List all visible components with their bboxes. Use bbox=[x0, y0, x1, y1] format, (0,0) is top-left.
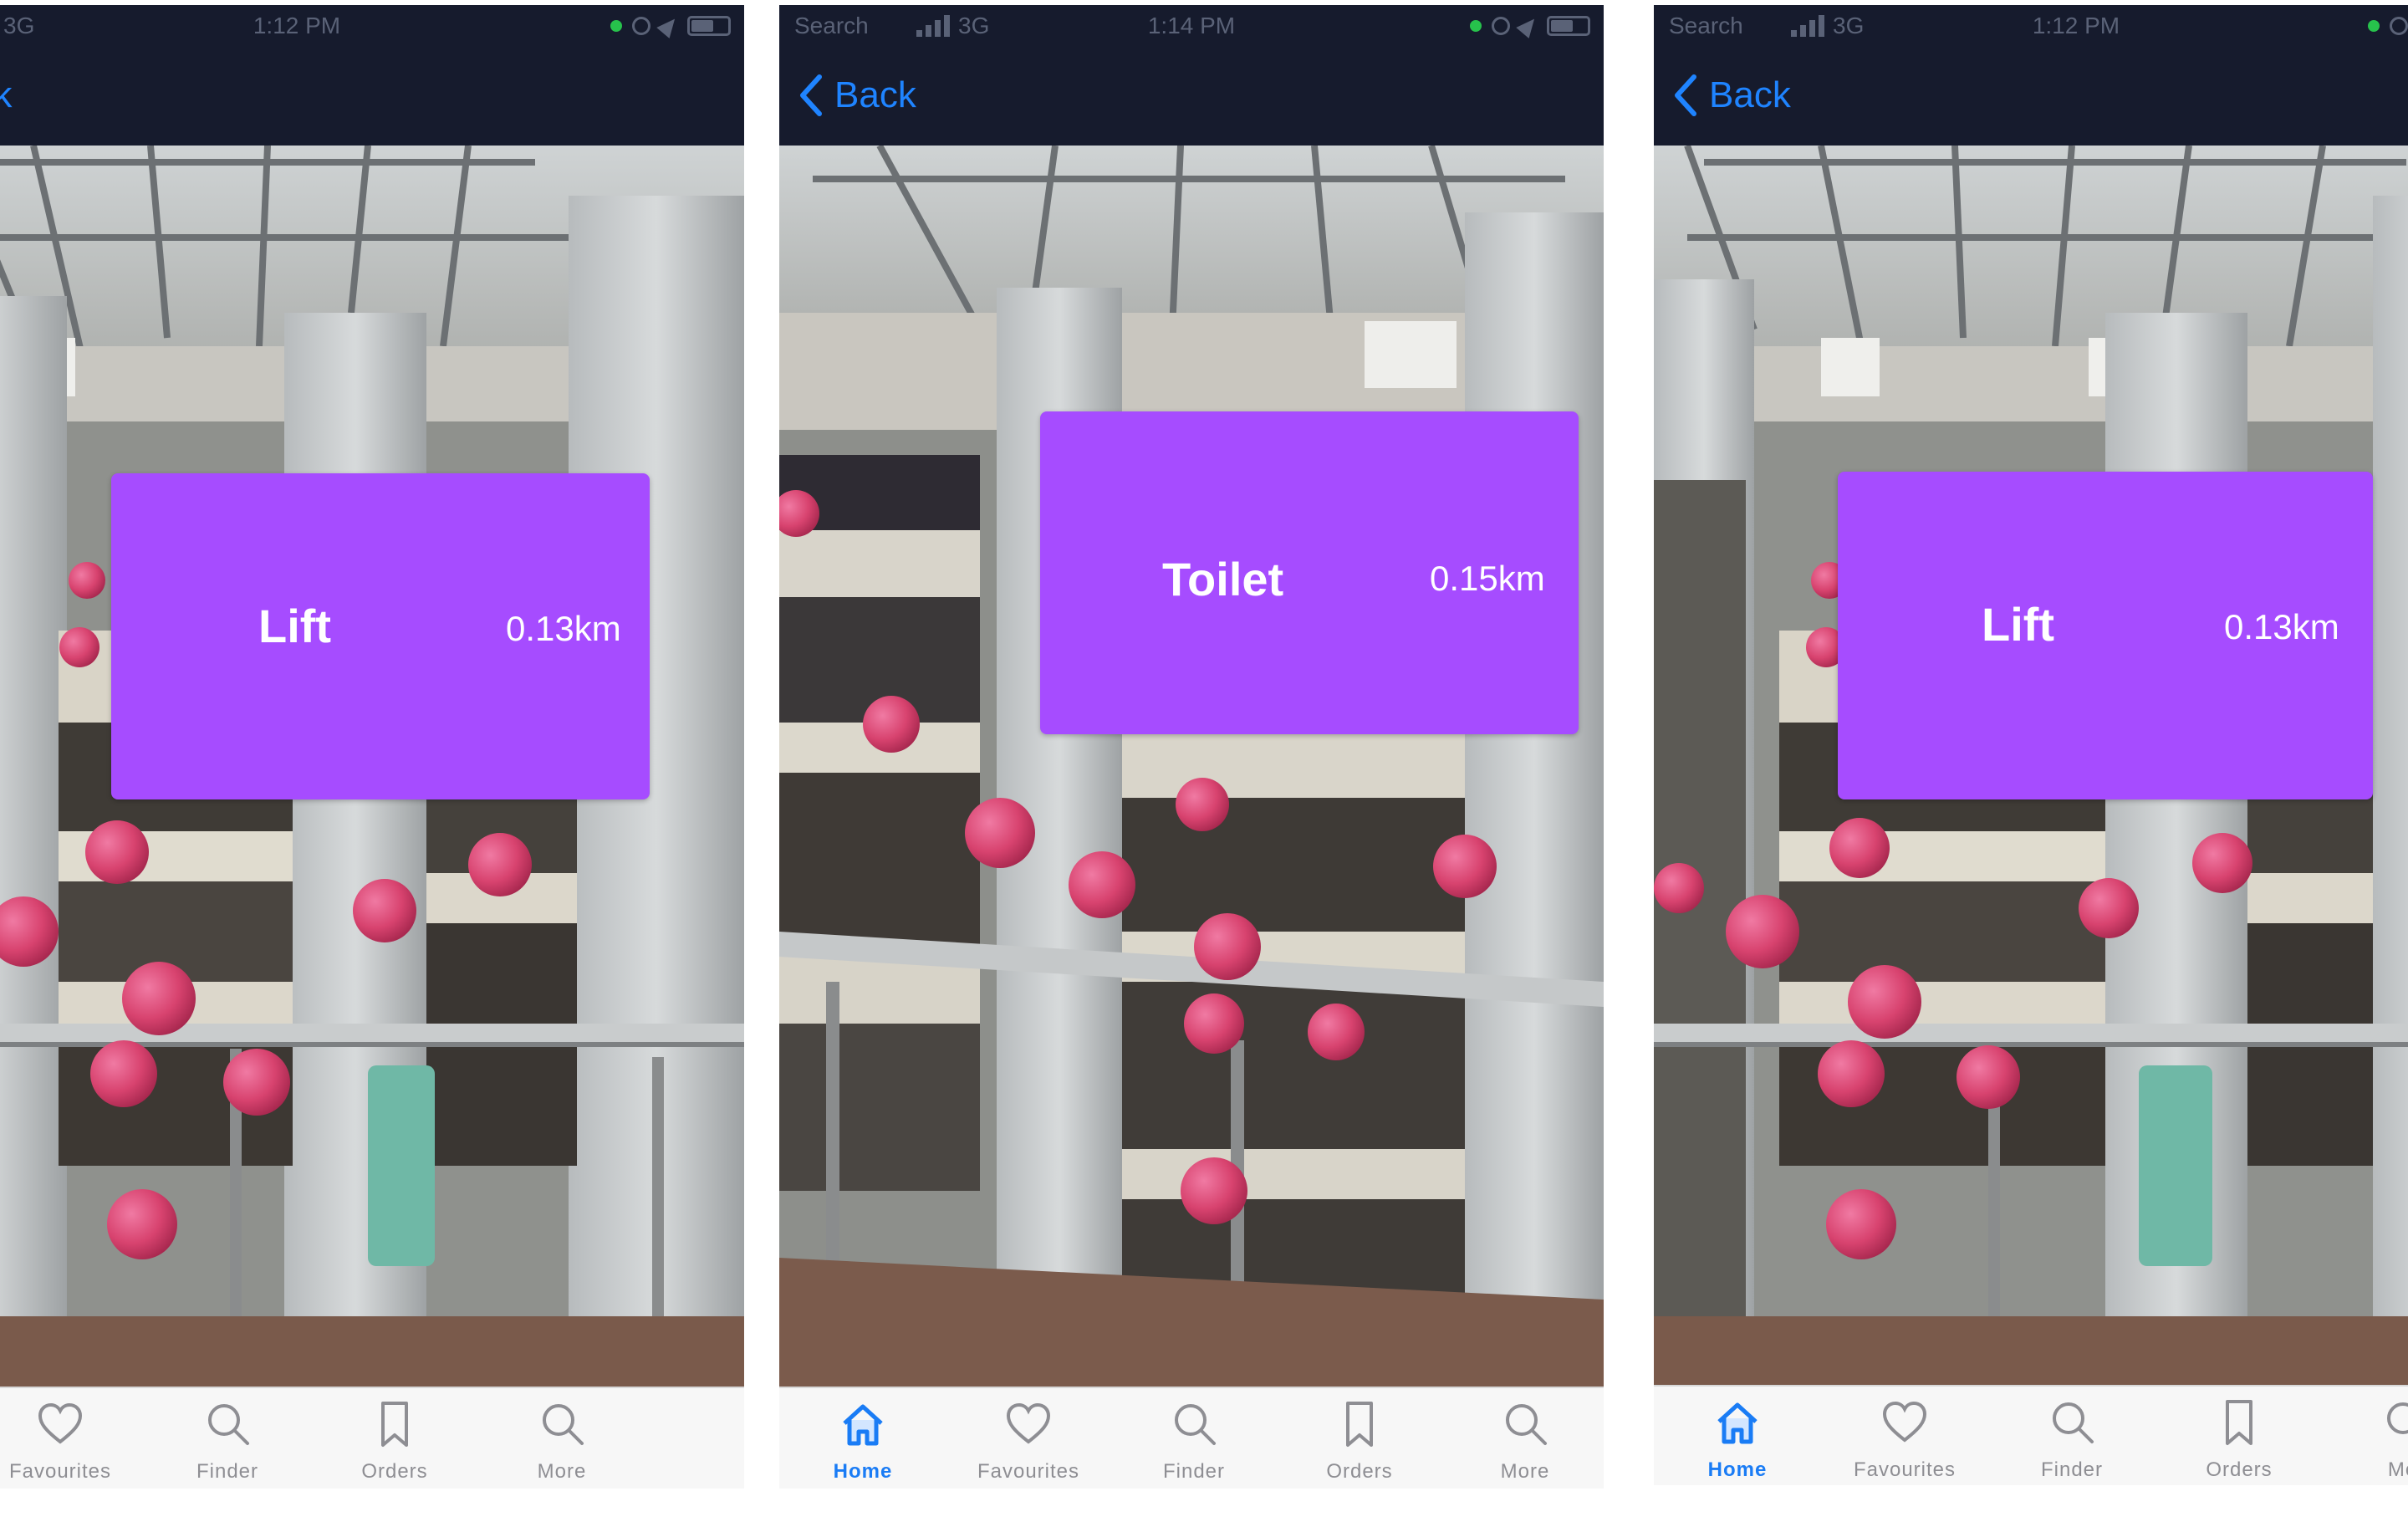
navigation-bar: Back bbox=[1654, 47, 2408, 146]
ar-poi-label[interactable]: Lift 0.13km bbox=[111, 473, 650, 799]
poi-name: Toilet bbox=[1162, 553, 1284, 605]
tab-label: Finder bbox=[2040, 1458, 2104, 1481]
search-icon bbox=[1506, 1404, 1547, 1445]
status-icons bbox=[610, 5, 731, 47]
ar-camera-view[interactable]: Lift 0.13km bbox=[1654, 144, 2408, 1388]
chevron-left-icon bbox=[1675, 74, 1696, 116]
status-bar: rch 3G 1:12 PM bbox=[0, 5, 744, 47]
back-label: ack bbox=[0, 74, 13, 115]
orientation-lock-icon bbox=[1492, 17, 1510, 35]
recording-indicator-icon bbox=[2368, 20, 2380, 32]
poi-distance: 0.13km bbox=[2224, 607, 2339, 646]
search-icon bbox=[1175, 1404, 1216, 1445]
tab-favourites[interactable]: Favourites bbox=[1821, 1387, 1988, 1487]
status-bar: Search 3G 1:14 PM bbox=[779, 5, 1604, 47]
poi-name: Lift bbox=[258, 600, 332, 652]
heart-icon bbox=[1882, 1401, 1927, 1443]
tab-orders[interactable]: Orders bbox=[1276, 1388, 1443, 1489]
tab-orders[interactable]: Orders bbox=[2155, 1387, 2323, 1487]
tab-finder[interactable]: Finder bbox=[1988, 1387, 2155, 1487]
orientation-lock-icon bbox=[632, 17, 650, 35]
chevron-left-icon bbox=[800, 74, 822, 116]
tab-label: Finder bbox=[1162, 1460, 1226, 1483]
tab-more[interactable]: More bbox=[1441, 1388, 1604, 1489]
tab-label: More bbox=[1500, 1460, 1550, 1483]
battery-icon bbox=[1547, 16, 1590, 36]
navigation-bar: ack bbox=[0, 47, 744, 146]
tab-label: Favourites bbox=[8, 1460, 112, 1483]
tab-favourites[interactable]: Favourites bbox=[0, 1388, 144, 1489]
home-icon bbox=[1717, 1402, 1758, 1444]
navigation-bar: Back bbox=[779, 47, 1604, 146]
location-icon bbox=[1516, 13, 1541, 38]
tab-label: More bbox=[537, 1460, 587, 1483]
tab-home[interactable]: Home bbox=[779, 1388, 946, 1489]
ar-camera-view[interactable]: Lift 0.13km bbox=[0, 145, 744, 1388]
tab-label: Home bbox=[1707, 1458, 1768, 1481]
location-icon bbox=[656, 13, 681, 38]
tab-finder[interactable]: Finder bbox=[144, 1388, 311, 1489]
ar-camera-view[interactable]: Toilet 0.15km bbox=[779, 144, 1604, 1388]
tab-more[interactable]: Mor bbox=[2323, 1387, 2408, 1487]
clock: 1:12 PM bbox=[2032, 13, 2120, 38]
ar-poi-label[interactable]: Toilet 0.15km bbox=[1040, 411, 1579, 734]
tab-label: Orders bbox=[361, 1460, 428, 1483]
tab-label: Favourites bbox=[1853, 1458, 1956, 1481]
orientation-lock-icon bbox=[2390, 17, 2408, 35]
tab-label: Orders bbox=[1326, 1460, 1393, 1483]
search-icon bbox=[543, 1404, 584, 1445]
back-button[interactable]: Back bbox=[798, 72, 916, 119]
phone-screen-1: rch 3G 1:12 PM ack bbox=[0, 5, 744, 1489]
status-icons bbox=[1470, 5, 1590, 47]
mall-atrium-photo bbox=[779, 144, 1604, 1388]
tab-bar: me Favourites Finder Orders More bbox=[0, 1387, 744, 1489]
status-icons bbox=[2368, 5, 2408, 47]
back-label: Back bbox=[1709, 74, 1791, 115]
tab-more[interactable]: More bbox=[478, 1388, 645, 1489]
poi-distance: 0.13km bbox=[506, 609, 621, 648]
recording-indicator-icon bbox=[610, 20, 622, 32]
battery-icon bbox=[687, 16, 731, 36]
tab-orders[interactable]: Orders bbox=[311, 1388, 478, 1489]
heart-icon bbox=[1006, 1402, 1051, 1444]
search-icon bbox=[2387, 1402, 2408, 1434]
recording-indicator-icon bbox=[1470, 20, 1482, 32]
search-icon bbox=[2053, 1402, 2094, 1443]
home-icon bbox=[843, 1404, 883, 1446]
tab-label: Home bbox=[833, 1460, 893, 1483]
tab-bar: Home Favourites Finder Orders More bbox=[779, 1387, 1604, 1489]
phone-screen-3: Search 3G 1:12 PM Back Lift 0.13km Home … bbox=[1654, 5, 2408, 1489]
back-label: Back bbox=[834, 74, 916, 115]
back-button[interactable]: Back bbox=[1672, 72, 1791, 119]
search-icon bbox=[208, 1404, 249, 1445]
bookmark-icon bbox=[381, 1402, 408, 1447]
tab-finder[interactable]: Finder bbox=[1110, 1388, 1278, 1489]
tab-label: Finder bbox=[196, 1460, 259, 1483]
ar-poi-label[interactable]: Lift 0.13km bbox=[1838, 472, 2373, 799]
tab-favourites[interactable]: Favourites bbox=[945, 1388, 1112, 1489]
tab-label: Mor bbox=[2387, 1458, 2408, 1481]
poi-name: Lift bbox=[1982, 598, 2055, 651]
back-button[interactable]: ack bbox=[0, 72, 12, 119]
tab-bar: Home Favourites Finder Orders Mor bbox=[1654, 1385, 2408, 1485]
bookmark-icon bbox=[1346, 1402, 1373, 1447]
tab-label: Favourites bbox=[977, 1460, 1080, 1483]
phone-screen-2: Search 3G 1:14 PM Back Toilet 0.15km Hom… bbox=[779, 5, 1604, 1489]
status-bar: Search 3G 1:12 PM bbox=[1654, 5, 2408, 47]
bookmark-icon bbox=[2226, 1400, 2252, 1445]
tab-label: Orders bbox=[2206, 1458, 2273, 1481]
heart-icon bbox=[38, 1402, 83, 1444]
poi-distance: 0.15km bbox=[1430, 559, 1545, 598]
tab-home[interactable]: Home bbox=[1654, 1387, 1821, 1487]
